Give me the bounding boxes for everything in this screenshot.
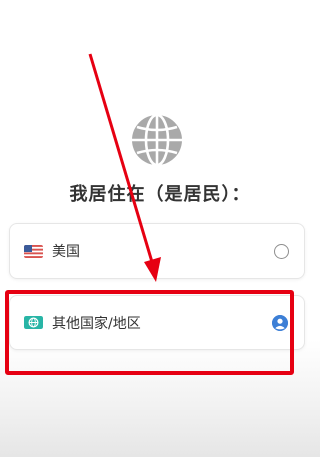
annotation-arrow: [88, 53, 161, 282]
